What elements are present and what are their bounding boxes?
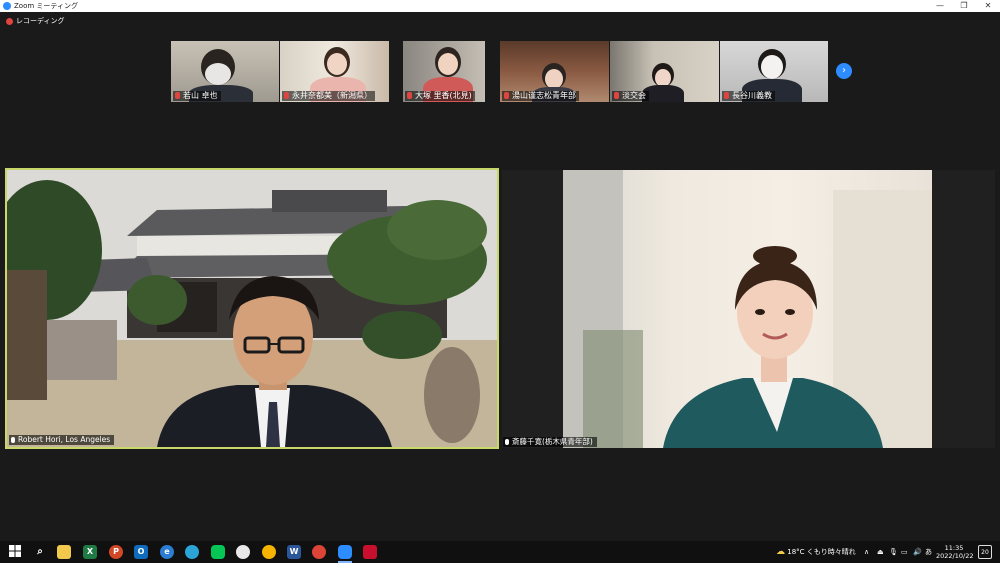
file-explorer-icon[interactable] [57, 545, 71, 559]
system-clock[interactable]: 11:35 2022/10/22 [936, 544, 974, 560]
network-icon[interactable]: ▭ [901, 541, 908, 563]
mic-muted-icon [407, 92, 412, 99]
mic-muted-icon [724, 92, 729, 99]
clock-date: 2022/10/22 [936, 552, 974, 560]
notification-center-icon[interactable]: 20 [978, 545, 992, 559]
active-speaker-tile[interactable]: Robert Hori, Los Angeles [5, 168, 499, 449]
participant-main-tile[interactable]: 斎藤千寛(栃木県青年部) [502, 170, 995, 448]
usb-icon[interactable]: ⏏ [877, 541, 884, 563]
excel-icon[interactable]: X [83, 545, 97, 559]
participant-name-label: 湯山谨志松青年部 [502, 91, 579, 101]
cloud-sun-icon: ☁ [776, 547, 785, 557]
search-icon[interactable]: ⌕ [33, 545, 47, 559]
tray-overflow-icon[interactable]: ∧ [864, 541, 869, 563]
speaker-video [7, 170, 497, 447]
gallery-tile-2[interactable]: 永井奈都美（新潟県） [280, 41, 389, 102]
close-button[interactable]: ✕ [976, 0, 1000, 12]
ime-indicator[interactable]: あ [925, 541, 932, 563]
zoom-taskbar-icon[interactable] [338, 545, 352, 559]
word-icon[interactable]: W [287, 545, 301, 559]
edge-browser-icon[interactable] [185, 545, 199, 559]
gallery-tile-3[interactable]: 大塚 里香(北見) [403, 41, 485, 102]
mic-muted-icon [284, 92, 289, 99]
windows-taskbar: ⌕ X P O e W ☁ 18°C くもり時々晴れ ∧ ⏏ 🎙 ▭ 🔊 あ 1… [0, 541, 1000, 563]
window-title-bar: Zoom ミーティング — ❐ ✕ [0, 0, 1000, 12]
face-mask [205, 63, 231, 85]
clock-time: 11:35 [944, 544, 964, 552]
minimize-button[interactable]: — [928, 0, 952, 12]
mic-icon [505, 439, 509, 445]
gallery-tile-5[interactable]: 淡交会 [610, 41, 719, 102]
participant-name-label: 永井奈都美（新潟県） [282, 91, 375, 101]
recording-indicator[interactable]: レコーディング [6, 16, 65, 26]
participant-name-label: 若山 卓也 [173, 91, 221, 101]
weather-temp: 18°C [787, 548, 805, 556]
powerpoint-icon[interactable]: P [109, 545, 123, 559]
speaker-name-label: Robert Hori, Los Angeles [9, 435, 115, 445]
chrome-alt-icon[interactable] [312, 545, 326, 559]
chrome-icon[interactable] [262, 545, 276, 559]
gallery-tile-1[interactable]: 若山 卓也 [171, 41, 279, 102]
microphone-icon[interactable]: 🎙 [889, 541, 898, 563]
line-app-icon[interactable] [211, 545, 225, 559]
internet-explorer-icon[interactable]: e [160, 545, 174, 559]
participant-name-label: 斎藤千寛(栃木県青年部) [503, 437, 597, 447]
mic-muted-icon [175, 92, 180, 99]
mic-muted-icon [614, 92, 619, 99]
participant-name-label: 大塚 里香(北見) [405, 91, 475, 101]
weather-desc: くもり時々晴れ [806, 548, 856, 556]
gallery-tile-4[interactable]: 湯山谨志松青年部 [500, 41, 609, 102]
window-title: Zoom ミーティング [14, 2, 78, 10]
volume-icon[interactable]: 🔊 [913, 541, 922, 563]
mic-muted-icon [504, 92, 509, 99]
acrobat-icon[interactable] [363, 545, 377, 559]
weather-widget[interactable]: ☁ 18°C くもり時々晴れ [776, 541, 856, 563]
restore-button[interactable]: ❐ [952, 0, 976, 12]
record-dot-icon [6, 17, 13, 25]
zoom-app-icon [3, 2, 11, 10]
gallery-tile-6[interactable]: 長谷川義教 [720, 41, 828, 102]
participant-name-label: 長谷川義教 [722, 91, 775, 101]
windows-start-icon[interactable] [8, 545, 22, 559]
gallery-next-arrow-icon[interactable]: › [836, 63, 852, 79]
chrome-profile-icon[interactable] [236, 545, 250, 559]
mic-icon [11, 437, 15, 443]
participant-video [563, 170, 932, 448]
participant-name-label: 淡交会 [612, 91, 649, 101]
outlook-icon[interactable]: O [134, 545, 148, 559]
recording-label: レコーディング [16, 17, 65, 25]
